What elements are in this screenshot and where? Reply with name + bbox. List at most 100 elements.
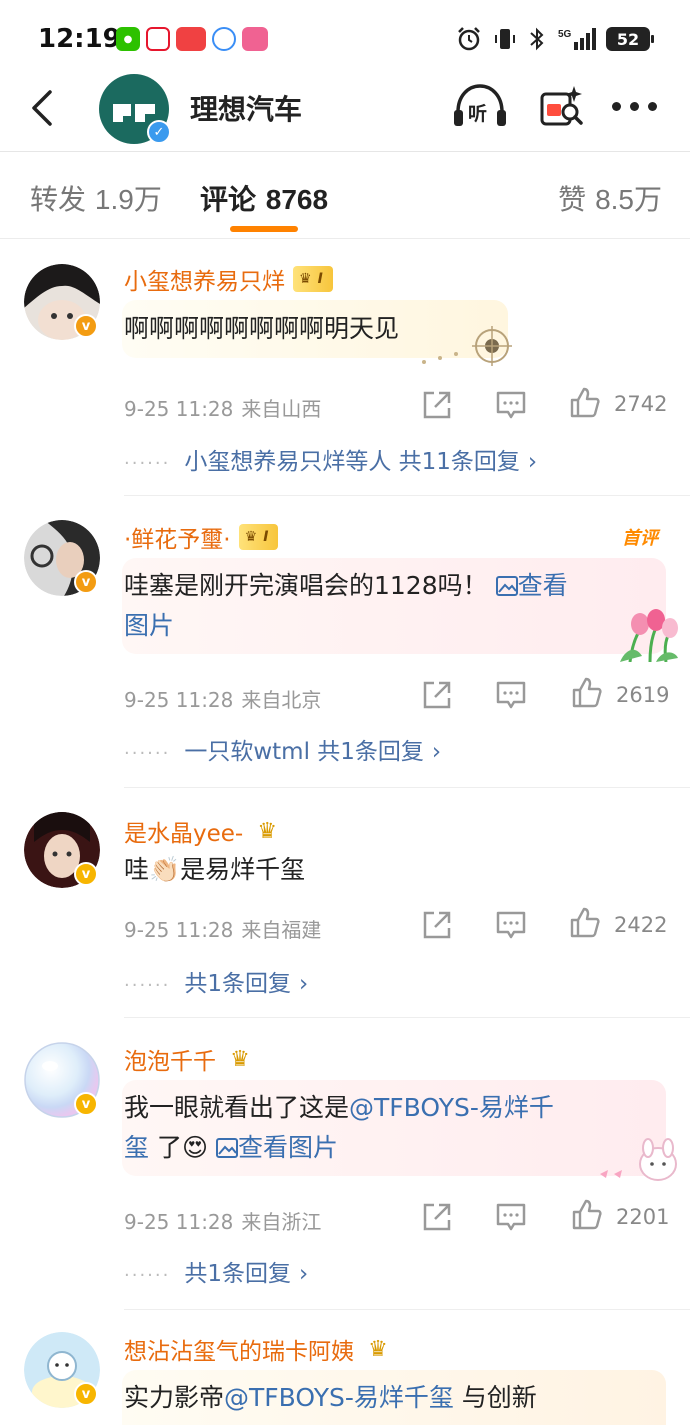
- view-image-link[interactable]: 查看: [495, 571, 568, 600]
- vibrate-icon: [495, 29, 515, 49]
- tab-comment[interactable]: 评论 8768: [200, 178, 328, 218]
- mention-link-cont[interactable]: 玺: [124, 1133, 149, 1162]
- chevron-right-icon: ›: [298, 971, 309, 997]
- red-packet-search-icon[interactable]: [538, 82, 586, 132]
- listen-icon[interactable]: 听: [452, 82, 508, 132]
- like-icon[interactable]: [568, 906, 602, 940]
- username[interactable]: 想沾沾玺气的瑞卡阿姨 ♛: [124, 1332, 394, 1366]
- listen-label: 听: [468, 102, 487, 125]
- comment-text: 实力影帝@TFBOYS-易烊千玺 与创新: [124, 1378, 644, 1418]
- crown-icon: ♛: [299, 271, 312, 287]
- like-icon[interactable]: [568, 386, 602, 420]
- system-icons: 5G 52: [456, 26, 654, 52]
- more-icon[interactable]: [612, 94, 660, 118]
- signal-5g-icon: 5G: [558, 28, 596, 50]
- avatar[interactable]: v: [24, 520, 100, 596]
- like-icon[interactable]: [570, 1198, 604, 1232]
- account-avatar[interactable]: ✓: [99, 74, 171, 144]
- status-bar: 12:19 ● 5G 52: [0, 0, 690, 80]
- comment-meta: 9-25 11:28 来自浙江: [124, 1206, 321, 1235]
- chevron-right-icon: ›: [298, 1261, 309, 1287]
- comment-text-prefix: 实力影帝: [124, 1383, 225, 1412]
- comment-icon[interactable]: [494, 1200, 528, 1234]
- verified-badge: v: [74, 862, 98, 886]
- image-icon: [495, 576, 518, 596]
- chevron-right-icon: ›: [527, 449, 538, 475]
- username-text: 想沾沾玺气的瑞卡阿姨: [124, 1339, 354, 1365]
- share-icon[interactable]: [420, 908, 454, 942]
- vip-level: I: [317, 271, 323, 287]
- share-icon[interactable]: [420, 388, 454, 422]
- tab-repost[interactable]: 转发 1.9万: [30, 178, 162, 218]
- like-count: 2422: [614, 913, 668, 937]
- replies-link[interactable]: ······ 共1条回复 ›: [124, 964, 308, 998]
- image-icon: [215, 1138, 238, 1158]
- svg-text:5G: 5G: [558, 29, 572, 40]
- comment-meta: 9-25 11:28 来自北京: [124, 684, 321, 713]
- crown-icon: ♛: [244, 529, 258, 545]
- comment-location: 来自山西: [241, 397, 322, 421]
- username-text: 小玺想养易只烊: [124, 269, 285, 295]
- vip-badge: ♛ I: [293, 266, 333, 292]
- share-icon[interactable]: [420, 678, 454, 712]
- tab-comment-count: 8768: [265, 184, 329, 215]
- comment-text: 啊啊啊啊啊啊啊啊明天见: [124, 314, 400, 343]
- comment-location: 来自浙江: [241, 1210, 322, 1234]
- tab-like[interactable]: 赞 8.5万: [558, 178, 662, 218]
- verified-badge: v: [74, 1382, 98, 1406]
- comment-date: 9-25 11:28: [124, 1210, 234, 1234]
- username[interactable]: 小玺想养易只烊 ♛ I: [124, 262, 333, 296]
- comment-text-suffix: 与创新: [453, 1383, 537, 1412]
- vip-level: I: [263, 529, 269, 545]
- share-icon[interactable]: [420, 1200, 454, 1234]
- status-time: 12:19: [38, 24, 121, 54]
- dots-icon: ······: [124, 975, 171, 996]
- replies-link[interactable]: ······ 一只软wtml 共1条回复 ›: [124, 732, 441, 766]
- chat-app-icon: [212, 27, 236, 51]
- view-image-link[interactable]: 查看图片: [215, 1133, 338, 1162]
- replies-text: 共1条回复: [184, 1261, 291, 1287]
- like-count: 2742: [614, 392, 668, 416]
- back-icon[interactable]: [24, 86, 64, 130]
- page-title: 理想汽车: [190, 93, 303, 126]
- replies-link[interactable]: ······ 共1条回复 ›: [124, 1254, 308, 1288]
- comment-item: v 泡泡千千 ♛ 我一眼就看出了这是@TFBOYS-易烊千 玺 了😍 查看图片 …: [0, 1018, 690, 1310]
- username[interactable]: 是水晶yee- ♛: [124, 814, 283, 848]
- avatar[interactable]: v: [24, 1042, 100, 1118]
- username-text: ·鲜花予璽·: [124, 527, 231, 553]
- comment-text-prefix: 我一眼就看出了这是: [124, 1093, 350, 1122]
- username[interactable]: ·鲜花予璽· ♛ I: [124, 520, 279, 554]
- vip-badge: ♛ I: [238, 524, 279, 550]
- replies-link[interactable]: ······ 小玺想养易只烊等人 共11条回复 ›: [124, 442, 537, 476]
- avatar[interactable]: v: [24, 812, 100, 888]
- tab-repost-count: 1.9万: [94, 184, 162, 215]
- mention-link[interactable]: @TFBOYS-易烊千: [349, 1093, 554, 1122]
- bluetooth-icon: [530, 27, 544, 51]
- dots-icon: ······: [124, 1265, 171, 1286]
- like-count: 2619: [616, 683, 670, 707]
- avatar[interactable]: v: [24, 1332, 100, 1408]
- verified-badge: v: [74, 570, 98, 594]
- view-image-label: 查看: [517, 571, 568, 600]
- first-comment-tag: 首评: [622, 528, 658, 549]
- avatar[interactable]: v: [24, 264, 100, 340]
- tab-comment-label: 评论: [200, 183, 257, 216]
- comment-meta: 9-25 11:28 来自山西: [124, 393, 321, 422]
- comment-icon[interactable]: [494, 388, 528, 422]
- verified-badge: ✓: [147, 120, 171, 144]
- view-image-label-cont[interactable]: 图片: [124, 611, 174, 640]
- alarm-icon: [458, 27, 480, 51]
- like-icon[interactable]: [570, 676, 604, 710]
- replies-text: 小玺想养易只烊等人 共11条回复: [184, 449, 520, 475]
- crown-icon: ♛: [230, 1046, 250, 1072]
- mention-link[interactable]: @TFBOYS-易烊千玺: [224, 1383, 454, 1412]
- battery-indicator: 52: [606, 27, 654, 51]
- comment-icon[interactable]: [494, 678, 528, 712]
- crown-icon: ♛: [368, 1336, 388, 1362]
- username[interactable]: 泡泡千千 ♛: [124, 1042, 256, 1076]
- comment-date: 9-25 11:28: [124, 918, 234, 942]
- header: ✓ 理想汽车 听: [0, 70, 690, 152]
- tab-like-label: 赞: [558, 183, 587, 216]
- verified-badge: v: [74, 314, 98, 338]
- comment-icon[interactable]: [494, 908, 528, 942]
